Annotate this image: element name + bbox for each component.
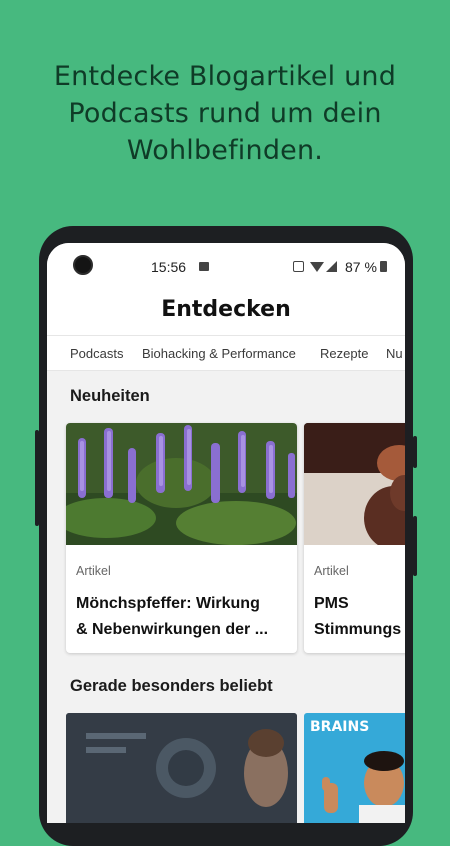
nfc-icon xyxy=(293,261,304,272)
article-card[interactable]: Artikel Mönchspfeffer: Wirkung & Nebenwi… xyxy=(66,423,297,653)
category-tabs: Podcasts Biohacking & Performance Rezept… xyxy=(47,335,405,371)
popular-item-thumbnail[interactable] xyxy=(66,713,297,823)
battery-icon xyxy=(380,261,387,272)
thumbnail-image-tech xyxy=(66,713,297,823)
promo-line-2: Podcasts rund um dein xyxy=(68,98,382,129)
tab-nu[interactable]: Nu xyxy=(386,346,403,361)
card-image-person xyxy=(304,423,405,545)
card-title-line-2: & Nebenwirkungen der ... xyxy=(76,621,269,638)
tab-biohacking-performance[interactable]: Biohacking & Performance xyxy=(142,346,296,361)
promo-headline: Entdecke Blogartikel und Podcasts rund u… xyxy=(0,58,450,169)
wifi-icon xyxy=(310,262,324,272)
popular-item-thumbnail[interactable]: BRAINS xyxy=(304,713,405,823)
thumbnail-image-person xyxy=(322,751,405,823)
card-type-label: Artikel xyxy=(76,564,111,578)
signal-icon xyxy=(326,261,337,272)
phone-side-button-right-1 xyxy=(413,436,417,468)
tab-podcasts[interactable]: Podcasts xyxy=(70,346,123,361)
card-title: PMS Stimmungs xyxy=(314,591,405,643)
card-type-label: Artikel xyxy=(314,564,349,578)
card-title-line-1: PMS xyxy=(314,595,349,612)
phone-screen: 15:56 87 % Entdecken Podcasts Biohacking… xyxy=(47,243,405,823)
status-time: 15:56 xyxy=(151,259,187,275)
phone-side-button-left xyxy=(35,430,39,526)
tab-rezepte[interactable]: Rezepte xyxy=(320,346,368,361)
status-bar: 15:56 87 % xyxy=(47,243,405,291)
card-title-line-1: Mönchspfeffer: Wirkung xyxy=(76,595,260,612)
image-notification-icon xyxy=(199,262,209,271)
promo-line-3: Wohlbefinden. xyxy=(126,135,324,166)
promo-line-1: Entdecke Blogartikel und xyxy=(53,61,397,92)
app-bar: Entdecken xyxy=(47,291,405,335)
article-card[interactable]: Artikel PMS Stimmungs xyxy=(304,423,405,653)
phone-side-button-right-2 xyxy=(413,516,417,576)
card-image-plant xyxy=(66,423,297,545)
section-title-beliebt: Gerade besonders beliebt xyxy=(70,677,273,695)
front-camera xyxy=(73,255,93,275)
section-title-neuheiten: Neuheiten xyxy=(70,387,150,405)
card-title-line-2: Stimmungs xyxy=(314,621,402,638)
card-title: Mönchspfeffer: Wirkung & Nebenwirkungen … xyxy=(76,591,291,643)
page-title: Entdecken xyxy=(161,297,291,322)
battery-percentage: 87 % xyxy=(345,259,377,275)
